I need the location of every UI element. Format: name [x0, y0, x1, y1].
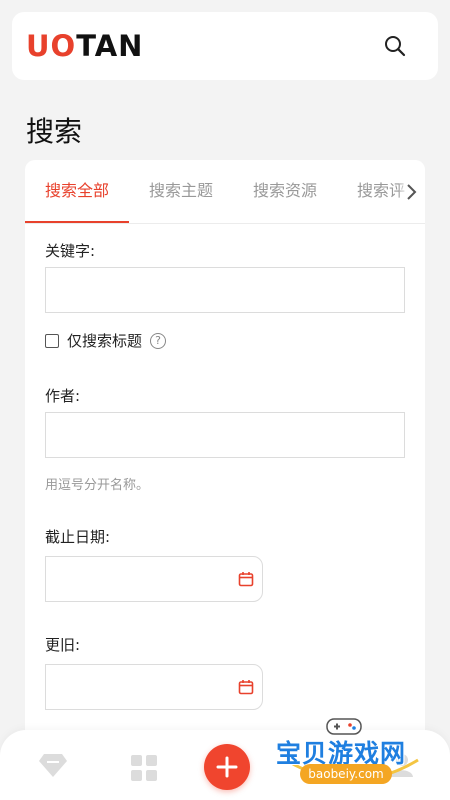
person-icon — [391, 754, 413, 777]
search-icon — [385, 36, 406, 57]
logo-part-tan: TAN — [76, 29, 144, 63]
logo-part-uo: UO — [26, 29, 77, 63]
nav-diamond-button[interactable] — [38, 752, 68, 782]
page-title: 搜索 — [26, 115, 83, 148]
grid-icon — [131, 755, 157, 781]
author-hint: 用逗号分开名称。 — [45, 478, 150, 493]
keyword-input[interactable] — [45, 267, 405, 313]
author-label: 作者: — [45, 387, 81, 405]
chevron-right-icon — [407, 184, 417, 200]
date-label: 截止日期: — [45, 528, 111, 546]
titles-only-checkbox[interactable] — [45, 333, 59, 348]
calendar-icon[interactable] — [238, 679, 254, 695]
search-tabs: 搜索全部 搜索主题 搜索资源 搜索评 — [25, 160, 425, 224]
add-icon — [216, 756, 238, 778]
uotan-logo[interactable]: UO TAN — [26, 29, 143, 63]
tab-search-threads[interactable]: 搜索主题 — [129, 160, 233, 223]
author-input[interactable] — [45, 412, 405, 458]
tab-search-resources[interactable]: 搜索资源 — [233, 160, 337, 223]
search-button[interactable] — [382, 33, 408, 59]
keyword-label: 关键字: — [45, 242, 96, 260]
bottom-nav — [0, 730, 450, 800]
titles-only-label[interactable]: 仅搜索标题 — [67, 330, 142, 351]
diamond-icon — [39, 754, 67, 777]
tab-search-all[interactable]: 搜索全部 — [25, 160, 130, 223]
calendar-icon[interactable] — [238, 571, 254, 587]
nav-grid-button[interactable] — [130, 754, 158, 786]
tabs-scroll-right-button[interactable] — [399, 160, 425, 223]
search-form-card: 搜索全部 搜索主题 搜索资源 搜索评 关键字: 仅搜索标题 ? 作者: 用逗号分… — [25, 160, 425, 760]
older-date-input[interactable] — [45, 664, 263, 710]
older-label: 更旧: — [45, 636, 81, 654]
date-input[interactable] — [45, 556, 263, 602]
nav-profile-button[interactable] — [390, 752, 414, 782]
titles-only-option: 仅搜索标题 ? — [45, 330, 167, 351]
top-header: UO TAN — [12, 12, 438, 80]
add-button[interactable] — [204, 744, 250, 790]
question-circle-icon[interactable]: ? — [150, 332, 167, 349]
